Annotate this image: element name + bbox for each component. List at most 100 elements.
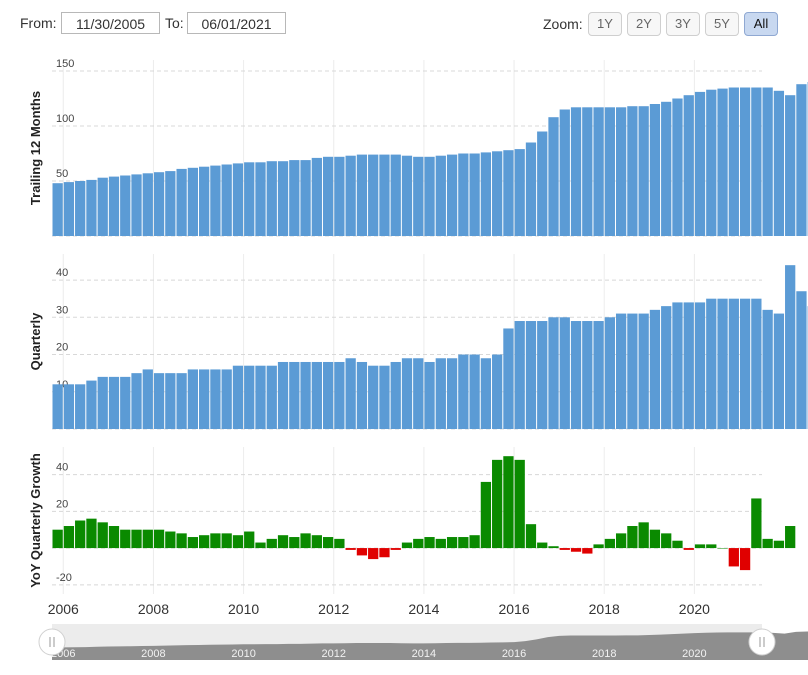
bar (311, 157, 322, 236)
bar (514, 321, 525, 429)
bar (593, 544, 604, 549)
bar (469, 535, 480, 549)
bar (638, 313, 649, 429)
bar (131, 529, 142, 549)
bar (492, 354, 503, 429)
navigator-right-handle[interactable] (748, 628, 776, 656)
bar (300, 533, 311, 549)
bar (300, 361, 311, 429)
bar (717, 298, 728, 429)
bar (570, 321, 582, 429)
bar (368, 548, 379, 560)
bar (97, 177, 108, 236)
x-tick-label: 2020 (679, 601, 710, 617)
bar (672, 540, 683, 549)
y-tick-label: 40 (56, 267, 68, 279)
bar (232, 535, 244, 549)
bar (86, 380, 97, 429)
bar (401, 155, 413, 236)
bar (255, 365, 266, 429)
panel-3: -2002040YoY Quarterly Growth (28, 447, 796, 594)
bar (514, 149, 525, 236)
y-tick-label: 100 (56, 113, 74, 125)
bar (424, 361, 435, 429)
bar (593, 107, 604, 236)
bar (52, 384, 63, 429)
bar (514, 459, 525, 549)
x-tick-label: 2014 (408, 601, 439, 617)
bar (503, 150, 514, 236)
bar (503, 328, 514, 429)
bar (153, 529, 165, 549)
bar (277, 161, 289, 236)
bar (661, 306, 672, 429)
bar (796, 84, 807, 236)
navigator-year-label: 2008 (141, 648, 165, 660)
bar (615, 107, 627, 236)
bar (435, 538, 446, 549)
bar (785, 265, 796, 429)
bar (165, 531, 176, 549)
bar (289, 537, 300, 549)
bar (582, 321, 593, 429)
bar (694, 544, 706, 549)
bar (199, 369, 210, 429)
bar (356, 361, 368, 429)
bar (63, 182, 75, 236)
navigator-year-label: 2012 (322, 648, 346, 660)
bar (615, 313, 627, 429)
x-tick-label: 2012 (318, 601, 349, 617)
bar (153, 172, 165, 236)
bar (435, 358, 446, 429)
bar (221, 369, 232, 429)
bar (548, 317, 559, 429)
bar (458, 537, 469, 549)
bar (593, 321, 604, 429)
navigator-year-label: 2020 (682, 648, 706, 660)
bar (199, 166, 210, 236)
bar (221, 164, 232, 236)
navigator-year-label: 2010 (231, 648, 255, 660)
bar (266, 161, 277, 236)
bar (75, 181, 86, 236)
bar (368, 154, 379, 236)
bar (739, 548, 751, 571)
bar (322, 156, 334, 236)
bar (413, 538, 424, 549)
bar (480, 481, 492, 549)
bar (525, 321, 537, 429)
bar (683, 548, 694, 550)
bar (537, 321, 548, 429)
bar (142, 173, 153, 236)
bar (311, 361, 322, 429)
bar (131, 373, 142, 429)
bar (165, 373, 176, 429)
bar (289, 361, 300, 429)
bar (582, 548, 593, 554)
bar (244, 162, 255, 236)
bar (469, 153, 480, 236)
bar (97, 376, 108, 429)
bar (345, 155, 356, 236)
bar (277, 535, 289, 549)
bar (401, 542, 413, 549)
bar (176, 533, 187, 549)
bar (75, 520, 86, 549)
bar (548, 546, 559, 549)
bar (751, 498, 762, 549)
bar (334, 156, 345, 236)
bar (773, 313, 785, 429)
bar (739, 87, 751, 236)
bar (52, 183, 63, 236)
bar (131, 174, 142, 236)
bar (255, 162, 266, 236)
navigator[interactable]: 2006 2008 2010 2012 2014 2016 2018 2020 (38, 624, 808, 660)
bar (165, 171, 176, 236)
navigator-left-handle[interactable] (38, 628, 66, 656)
bar (615, 533, 627, 549)
x-tick-label: 2018 (589, 601, 620, 617)
bar (356, 154, 368, 236)
bar (762, 538, 773, 549)
bar (75, 384, 86, 429)
bar (221, 533, 232, 549)
